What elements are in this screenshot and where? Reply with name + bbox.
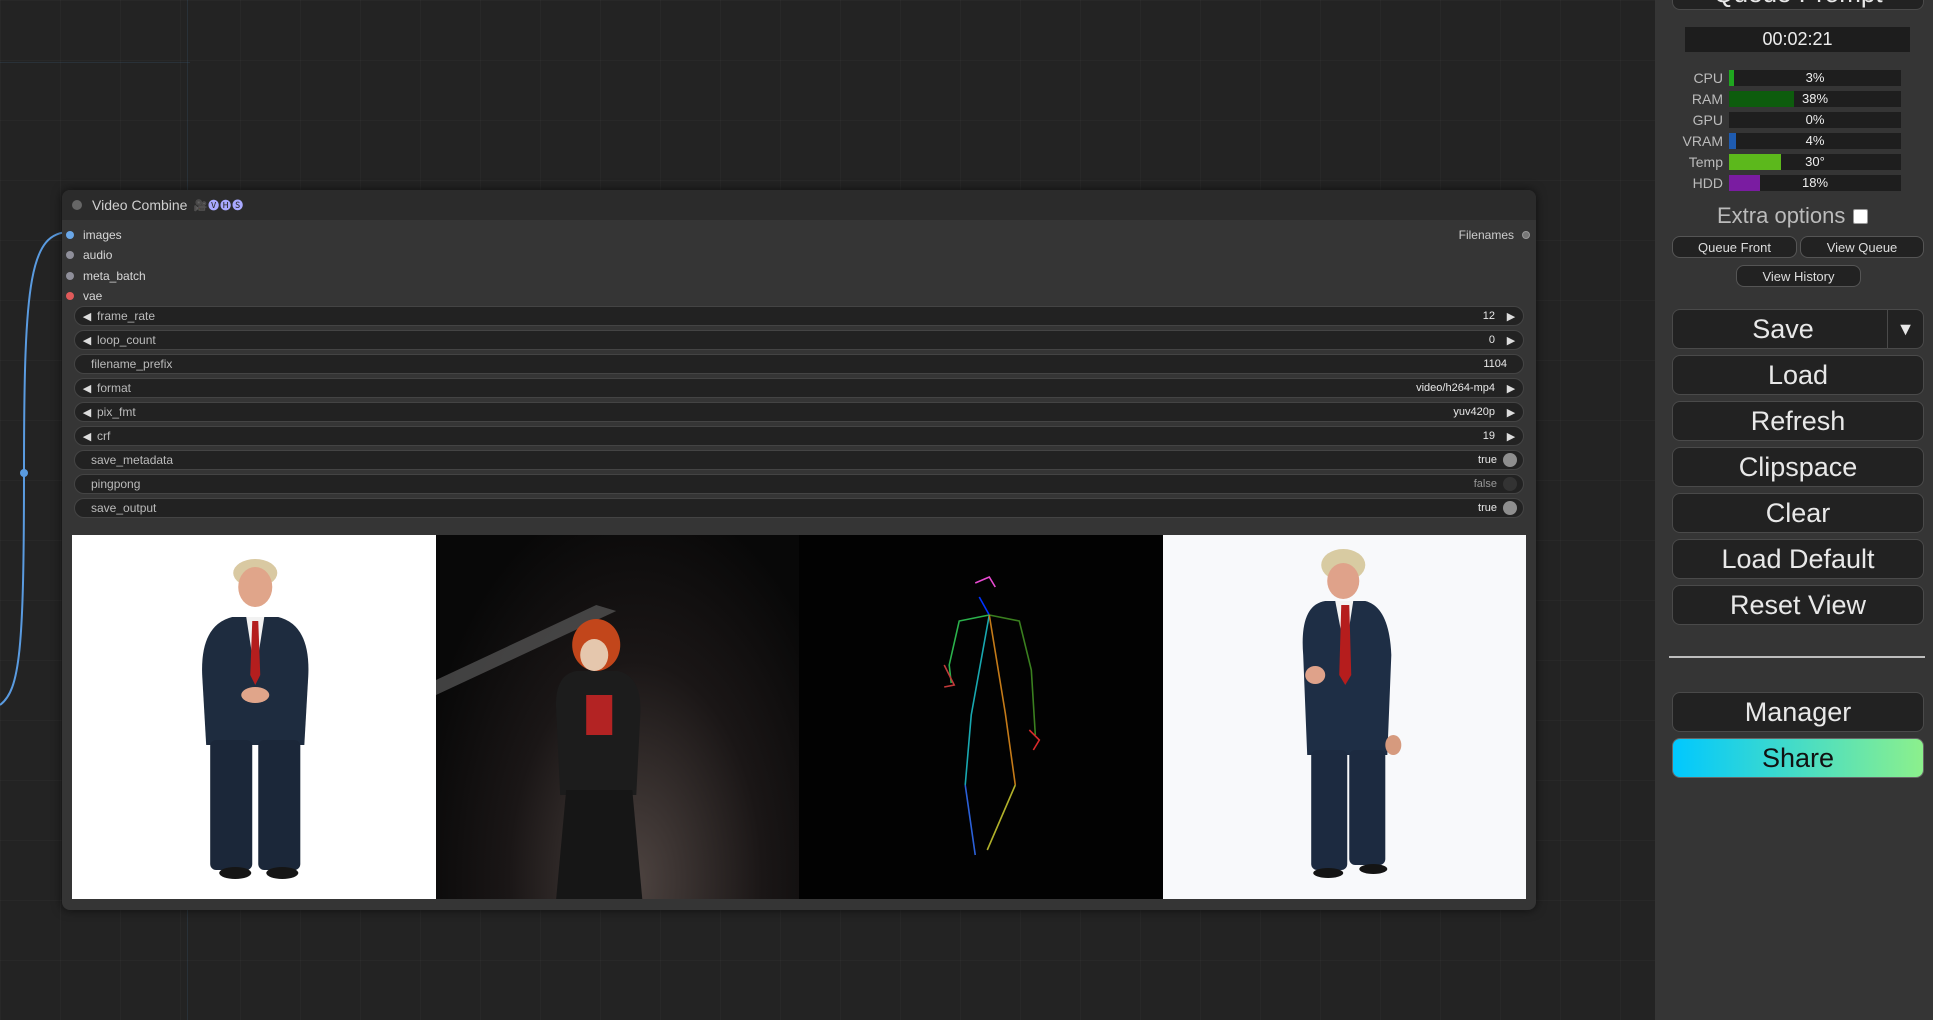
widget-crf[interactable]: ◀ crf 19 ▶ (74, 426, 1524, 446)
widget-save-metadata[interactable]: save_metadata true (74, 450, 1524, 470)
input-slot-vae[interactable]: vae (66, 289, 102, 303)
widget-format[interactable]: ◀ format video/h264-mp4 ▶ (74, 378, 1524, 398)
extra-options-checkbox[interactable] (1853, 208, 1869, 224)
node-title-bar[interactable]: Video Combine 🎥🅥🅗🅢 (62, 190, 1536, 220)
clear-button[interactable]: Clear (1672, 493, 1924, 533)
node-slots: images audio meta_batch vae Filenames (62, 220, 1536, 306)
increment-arrow-icon[interactable]: ▶ (1505, 406, 1517, 419)
monitor-temp: Temp 30° (1675, 153, 1915, 170)
decrement-arrow-icon[interactable]: ◀ (81, 430, 93, 443)
save-button[interactable]: Save ▼ (1672, 309, 1924, 349)
increment-arrow-icon[interactable]: ▶ (1505, 382, 1517, 395)
refresh-button[interactable]: Refresh (1672, 401, 1924, 441)
slot-dot-icon[interactable] (1522, 231, 1530, 239)
load-button[interactable]: Load (1672, 355, 1924, 395)
input-slot-images[interactable]: images (66, 228, 122, 242)
input-slot-audio[interactable]: audio (66, 248, 112, 262)
decrement-arrow-icon[interactable]: ◀ (81, 310, 93, 323)
widget-filename-prefix[interactable]: filename_prefix 1104 (74, 354, 1524, 374)
menu-divider (1669, 656, 1925, 658)
extra-options-row[interactable]: Extra options (1717, 203, 1869, 229)
toggle-on-icon[interactable] (1503, 501, 1517, 515)
decrement-arrow-icon[interactable]: ◀ (81, 334, 93, 347)
monitor-cpu: CPU 3% (1675, 69, 1915, 86)
clipspace-button[interactable]: Clipspace (1672, 447, 1924, 487)
view-queue-button[interactable]: View Queue (1800, 236, 1924, 258)
decrement-arrow-icon[interactable]: ◀ (81, 382, 93, 395)
collapse-dot-icon[interactable] (72, 200, 82, 210)
video-preview[interactable] (72, 535, 1526, 899)
preview-frame-source (435, 535, 799, 899)
preview-frame-output (1162, 535, 1526, 899)
vhs-badge: 🎥🅥🅗🅢 (193, 200, 245, 212)
reset-view-button[interactable]: Reset View (1672, 585, 1924, 625)
preview-frame-reference (72, 535, 436, 899)
widget-list: ◀ frame_rate 12 ▶ ◀ loop_count 0 ▶ filen… (62, 306, 1536, 518)
widget-pingpong[interactable]: pingpong false (74, 474, 1524, 494)
toggle-off-icon[interactable] (1503, 477, 1517, 491)
monitor-ram: RAM 38% (1675, 90, 1915, 107)
widget-loop-count[interactable]: ◀ loop_count 0 ▶ (74, 330, 1524, 350)
load-default-button[interactable]: Load Default (1672, 539, 1924, 579)
side-menu: Queue Prompt 00:02:21 CPU 3% RAM 38% GPU… (1655, 0, 1933, 1020)
monitor-vram: VRAM 4% (1675, 132, 1915, 149)
widget-save-output[interactable]: save_output true (74, 498, 1524, 518)
widget-pix-fmt[interactable]: ◀ pix_fmt yuv420p ▶ (74, 402, 1524, 422)
view-history-button[interactable]: View History (1736, 265, 1861, 287)
queue-front-button[interactable]: Queue Front (1672, 236, 1797, 258)
preview-frame-pose (799, 535, 1163, 899)
increment-arrow-icon[interactable]: ▶ (1505, 430, 1517, 443)
save-dropdown-icon[interactable]: ▼ (1887, 310, 1923, 348)
output-slot-filenames[interactable]: Filenames (1459, 228, 1530, 242)
slot-dot-icon[interactable] (66, 272, 74, 280)
queue-prompt-button[interactable]: Queue Prompt (1672, 0, 1924, 10)
toggle-on-icon[interactable] (1503, 453, 1517, 467)
manager-button[interactable]: Manager (1672, 692, 1924, 732)
input-slot-meta-batch[interactable]: meta_batch (66, 269, 146, 283)
widget-frame-rate[interactable]: ◀ frame_rate 12 ▶ (74, 306, 1524, 326)
elapsed-timer: 00:02:21 (1685, 27, 1910, 52)
share-button[interactable]: Share (1672, 738, 1924, 778)
monitor-gpu: GPU 0% (1675, 111, 1915, 128)
node-title: Video Combine (92, 197, 188, 213)
slot-dot-icon[interactable] (66, 251, 74, 259)
increment-arrow-icon[interactable]: ▶ (1505, 310, 1517, 323)
slot-dot-icon[interactable] (66, 231, 74, 239)
slot-dot-icon[interactable] (66, 292, 74, 300)
decrement-arrow-icon[interactable]: ◀ (81, 406, 93, 419)
video-combine-node[interactable]: Video Combine 🎥🅥🅗🅢 images audio meta_bat… (62, 190, 1536, 910)
increment-arrow-icon[interactable]: ▶ (1505, 334, 1517, 347)
monitor-hdd: HDD 18% (1675, 174, 1915, 191)
